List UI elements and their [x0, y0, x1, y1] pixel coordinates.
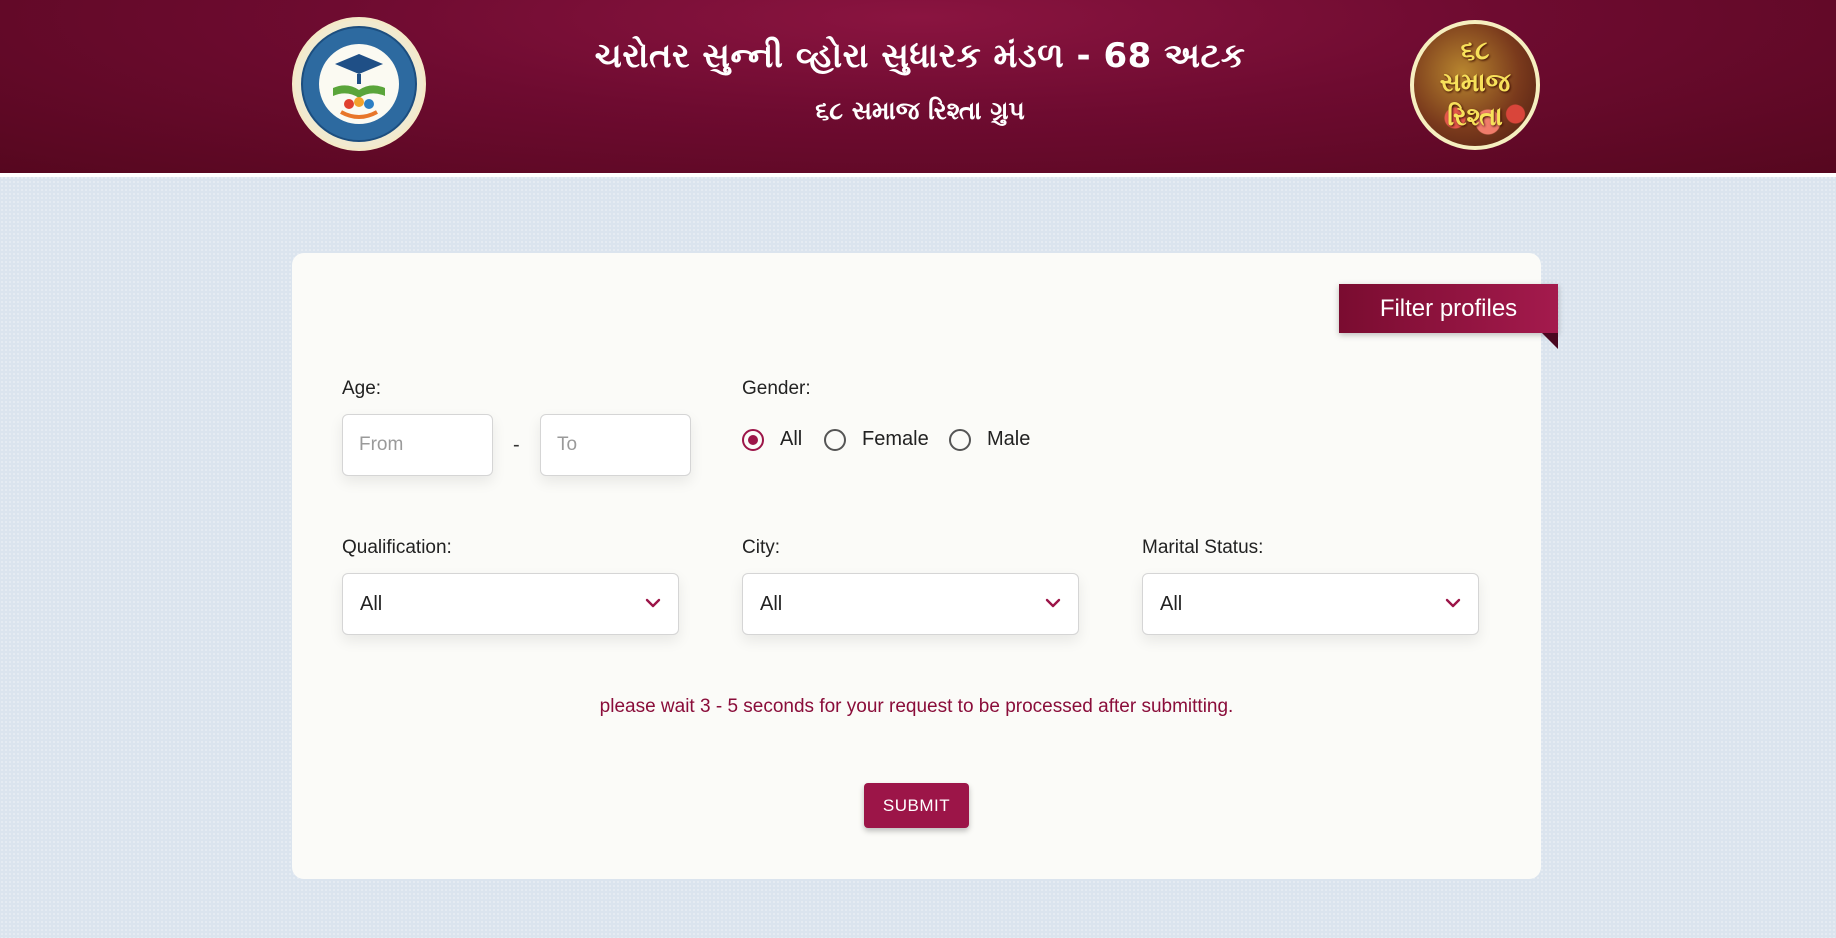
- qualification-select[interactable]: All: [342, 573, 679, 635]
- group-logo: ૬૮ સમાજ રિશ્તા: [1410, 20, 1540, 150]
- city-label: City:: [742, 537, 780, 558]
- processing-notice: please wait 3 - 5 seconds for your reque…: [599, 696, 1234, 717]
- age-from-input[interactable]: [342, 414, 493, 476]
- organization-logo: [292, 17, 426, 151]
- age-range-separator: -: [513, 434, 520, 456]
- submit-button[interactable]: SUBMIT: [864, 783, 969, 828]
- group-logo-line3: રિશ્તા: [1447, 102, 1503, 132]
- logo-emblem: [319, 44, 399, 124]
- filter-profiles-ribbon: Filter profiles: [1339, 284, 1558, 333]
- site-header: ચરોતર સુન્ની વ્હોરા સુધારક મંડળ - 68 અટક…: [0, 0, 1836, 173]
- qualification-value: All: [360, 593, 383, 615]
- radio-selected-icon: [742, 428, 764, 451]
- group-logo-line1: ૬૮: [1460, 36, 1490, 66]
- chevron-down-icon: [645, 598, 661, 608]
- chevron-down-icon: [1045, 598, 1061, 608]
- gender-option-label: Female: [862, 428, 929, 450]
- group-logo-line2: સમાજ: [1439, 68, 1511, 98]
- graduation-cap-book-icon: [333, 54, 385, 119]
- gender-radio-female[interactable]: Female: [824, 428, 929, 451]
- site-subtitle: ૬૮ સમાજ રિશ્તા ગ્રુપ: [815, 96, 1025, 125]
- gender-option-label: Male: [987, 428, 1031, 450]
- ribbon-fold: [1542, 333, 1558, 349]
- qualification-label: Qualification:: [342, 537, 452, 558]
- marital-status-value: All: [1160, 593, 1183, 615]
- age-label: Age:: [342, 378, 382, 399]
- chevron-down-icon: [1445, 598, 1461, 608]
- radio-unselected-icon: [949, 428, 971, 451]
- marital-status-select[interactable]: All: [1142, 573, 1479, 635]
- radio-unselected-icon: [824, 428, 846, 451]
- gender-label: Gender:: [742, 378, 811, 399]
- gender-radio-all[interactable]: All: [742, 428, 802, 451]
- marital-status-label: Marital Status:: [1142, 537, 1264, 558]
- age-to-input[interactable]: [540, 414, 691, 476]
- city-select[interactable]: All: [742, 573, 1079, 635]
- gender-option-label: All: [780, 428, 803, 450]
- site-title: ચરોતર સુન્ની વ્હોરા સુધારક મંડળ - 68 અટક: [594, 36, 1246, 76]
- city-value: All: [760, 593, 783, 615]
- gender-radio-male[interactable]: Male: [949, 428, 1030, 451]
- header-divider: [0, 173, 1836, 177]
